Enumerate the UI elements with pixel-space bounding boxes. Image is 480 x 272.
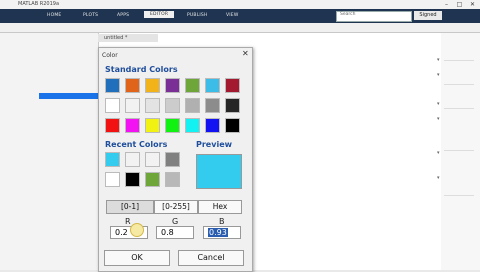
standard-colors-label: Standard Colors	[105, 65, 178, 74]
color-swatch[interactable]	[165, 78, 180, 93]
color-swatch[interactable]	[145, 118, 160, 133]
color-swatch[interactable]	[125, 118, 140, 133]
color-swatch[interactable]	[145, 152, 160, 167]
marker-icon: ▾	[437, 57, 440, 63]
tab-view[interactable]: VIEW	[226, 13, 239, 18]
color-swatch[interactable]	[205, 78, 220, 93]
tab-plots[interactable]: PLOTS	[83, 13, 98, 18]
maximize-icon[interactable]: □	[453, 0, 466, 9]
color-swatch[interactable]	[125, 152, 140, 167]
color-swatch[interactable]	[165, 152, 180, 167]
ok-button[interactable]: OK	[104, 250, 170, 266]
marker-icon: ▾	[437, 116, 440, 122]
search-placeholder: Search	[340, 12, 356, 17]
b-field[interactable]: 0.93	[203, 226, 241, 239]
color-swatch[interactable]	[185, 118, 200, 133]
editor-tab[interactable]: untitled *	[98, 34, 158, 42]
selection-highlight	[39, 93, 98, 99]
divider	[444, 150, 474, 151]
recent-colors-label: Recent Colors	[105, 140, 168, 149]
minimize-icon[interactable]: –	[440, 0, 453, 9]
color-swatch[interactable]	[125, 78, 140, 93]
tab-home[interactable]: HOME	[47, 13, 61, 18]
cancel-button[interactable]: Cancel	[178, 250, 244, 266]
mode-hex-button[interactable]: Hex	[198, 200, 242, 214]
color-swatch[interactable]	[145, 98, 160, 113]
marker-icon: ▾	[437, 101, 440, 107]
divider	[444, 108, 474, 109]
sign-in-button[interactable]: Signed	[414, 11, 442, 20]
color-swatch[interactable]	[165, 172, 180, 187]
color-swatch[interactable]	[165, 118, 180, 133]
color-swatch[interactable]	[225, 98, 240, 113]
color-swatch[interactable]	[205, 118, 220, 133]
preview-label: Preview	[196, 140, 233, 149]
b-label: B	[219, 217, 225, 226]
mouse-cursor	[130, 223, 144, 237]
color-swatch[interactable]	[105, 172, 120, 187]
mode-0-1-button[interactable]: [0-1]	[106, 200, 154, 214]
divider	[444, 84, 474, 85]
tab-apps[interactable]: APPS	[117, 13, 129, 18]
color-preview	[196, 154, 242, 189]
color-swatch[interactable]	[125, 98, 140, 113]
color-swatch[interactable]	[105, 152, 120, 167]
close-window-icon[interactable]: ✕	[466, 0, 479, 9]
color-swatch[interactable]	[145, 172, 160, 187]
right-panel	[441, 33, 480, 270]
title-bar	[0, 0, 480, 9]
color-swatch[interactable]	[145, 78, 160, 93]
dialog-title: Color	[102, 52, 118, 59]
color-swatch[interactable]	[105, 118, 120, 133]
divider	[444, 60, 474, 61]
divider	[444, 195, 474, 196]
color-swatch[interactable]	[225, 78, 240, 93]
marker-icon: ▾	[437, 150, 440, 156]
g-label: G	[172, 217, 179, 226]
tab-editor[interactable]: EDITOR	[144, 11, 175, 18]
tab-publish[interactable]: PUBLISH	[187, 13, 208, 18]
marker-icon: ▾	[437, 72, 440, 78]
color-swatch[interactable]	[205, 98, 220, 113]
matlab-logo-icon	[7, 1, 14, 16]
b-field-selection: 0.93	[208, 228, 228, 237]
color-swatch[interactable]	[185, 98, 200, 113]
color-swatch[interactable]	[185, 78, 200, 93]
color-swatch[interactable]	[125, 172, 140, 187]
color-swatch[interactable]	[105, 78, 120, 93]
g-field[interactable]: 0.8	[156, 226, 194, 239]
color-swatch[interactable]	[165, 98, 180, 113]
window-title: MATLAB R2019a	[18, 1, 60, 7]
toolstrip	[0, 23, 480, 33]
color-swatch[interactable]	[225, 118, 240, 133]
color-swatch[interactable]	[105, 98, 120, 113]
marker-icon: ▾	[437, 175, 440, 181]
r-label: R	[125, 217, 131, 226]
close-icon[interactable]: ✕	[242, 49, 249, 58]
mode-0-255-button[interactable]: [0-255]	[154, 200, 198, 214]
